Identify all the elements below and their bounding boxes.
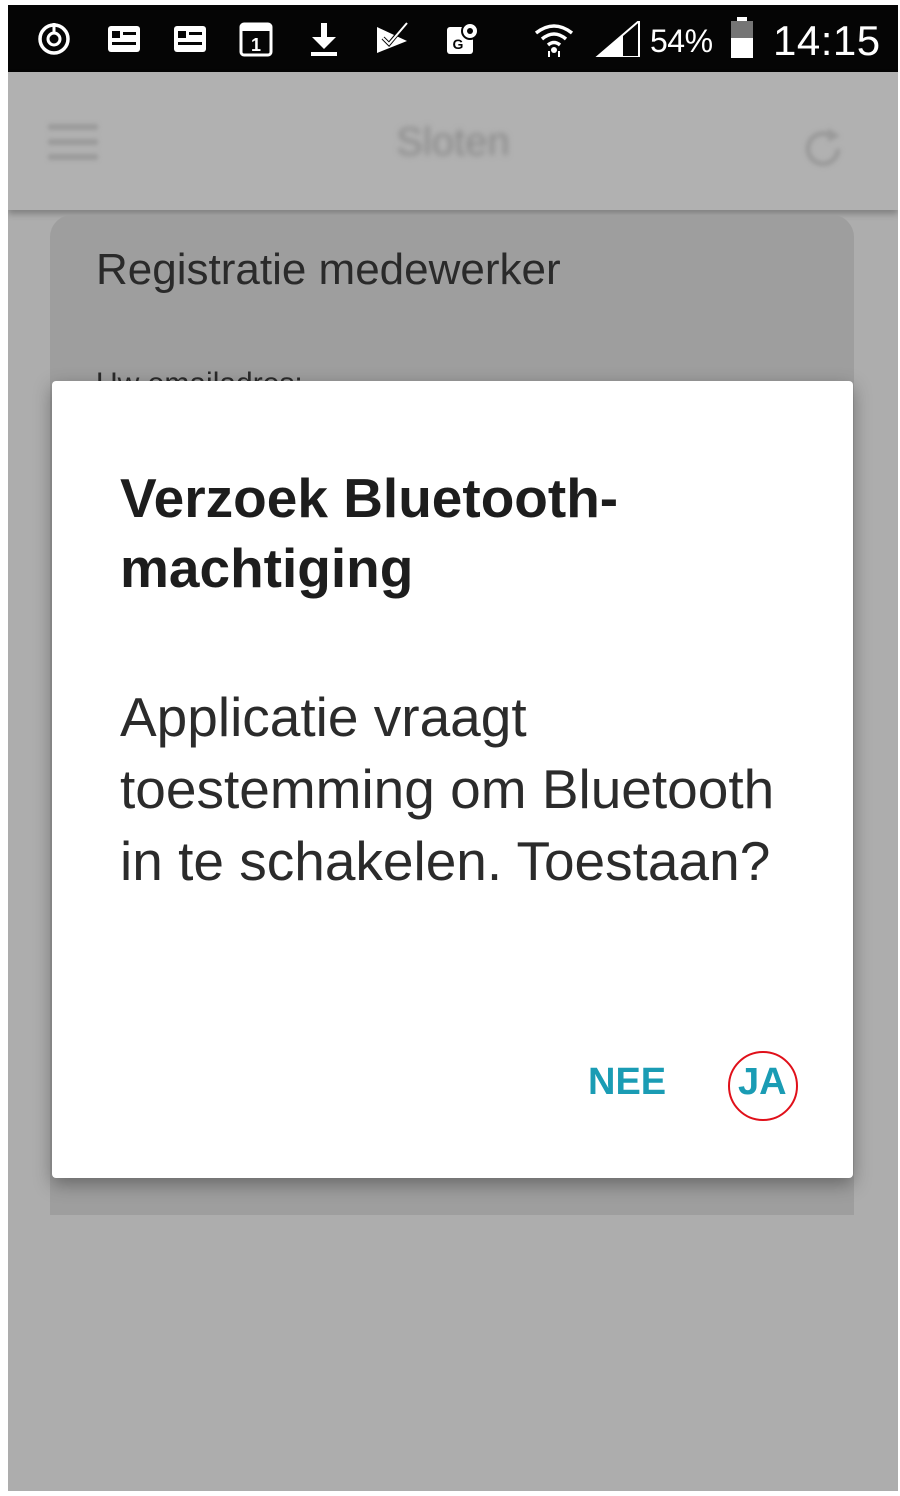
dialog-title-line2: machtiging	[120, 537, 414, 599]
svg-text:1: 1	[251, 35, 261, 55]
clock: 14:15	[773, 17, 881, 64]
signal-icon	[593, 21, 641, 57]
phone-screen: 1 G 54% 14:15 Sloten Registratie medewer…	[8, 5, 898, 1491]
yes-button[interactable]: JA	[738, 1061, 787, 1104]
app-toolbar: Sloten	[8, 72, 898, 210]
refresh-icon[interactable]	[798, 124, 848, 174]
status-bar: 1 G 54% 14:15	[8, 5, 898, 72]
calendar-icon: 1	[238, 21, 274, 57]
maps-icon: G	[444, 21, 480, 57]
checkmark-icon	[374, 21, 410, 57]
toolbar-title: Sloten	[396, 120, 510, 164]
registration-card-title: Registratie medewerker	[96, 245, 561, 294]
dialog-message: Applicatie vraagt toestemming om Bluetoo…	[120, 686, 775, 892]
dialog-title-line1: Verzoek Bluetooth-	[120, 467, 619, 529]
notification-card-icon	[106, 21, 142, 57]
no-button[interactable]: NEE	[588, 1061, 666, 1104]
sync-icon	[36, 21, 72, 57]
battery-icon	[730, 17, 754, 59]
notification-card-icon	[172, 21, 208, 57]
battery-percentage: 54%	[650, 23, 713, 59]
wifi-icon	[532, 21, 576, 57]
dialog-title: Verzoek Bluetooth- machtiging	[120, 463, 780, 603]
bluetooth-permission-dialog: Verzoek Bluetooth- machtiging Applicatie…	[52, 381, 853, 1178]
svg-text:G: G	[453, 36, 464, 52]
download-icon	[306, 21, 342, 57]
